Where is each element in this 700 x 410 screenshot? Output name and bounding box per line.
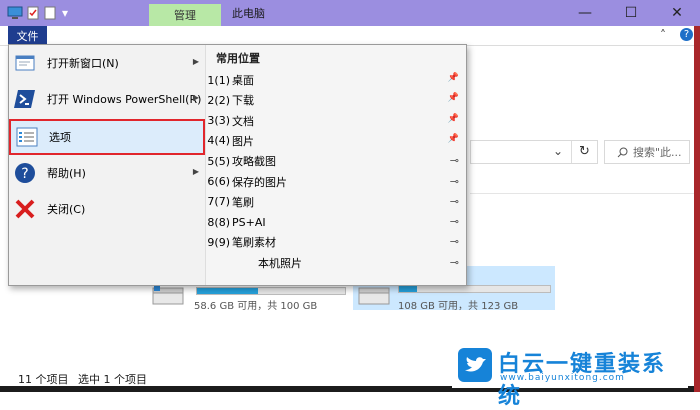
minimize-button[interactable]: — bbox=[562, 0, 608, 26]
drive2-usage-bar bbox=[398, 285, 551, 293]
frequent-place-label: PS+AI bbox=[232, 215, 266, 229]
menu-item-options[interactable]: 选项 bbox=[9, 119, 205, 155]
frequent-place-label: 笔刷素材 bbox=[232, 236, 276, 250]
pinned-icon[interactable]: 📌 bbox=[448, 134, 459, 144]
frequent-place-item[interactable]: 4(4) 图片 📌 bbox=[206, 131, 467, 151]
frequent-place-label: 文档 bbox=[232, 114, 254, 128]
file-menu: 打开新窗口(N) ▶ 打开 Windows PowerShell(R) ▶ 选项… bbox=[8, 44, 467, 286]
new-window-icon bbox=[13, 51, 37, 75]
quick-access-dropdown-icon[interactable]: ▾ bbox=[58, 4, 72, 22]
menu-item-label: 选项 bbox=[49, 131, 71, 144]
column-header-divider bbox=[470, 180, 695, 194]
collapse-ribbon-icon[interactable]: ˄ bbox=[660, 28, 666, 42]
frequent-place-number: 3(3) bbox=[207, 114, 230, 128]
frequent-place-label: 下载 bbox=[232, 94, 254, 108]
window-title: 此电脑 bbox=[232, 7, 265, 20]
frequent-place-number: 7(7) bbox=[207, 195, 230, 209]
options-icon bbox=[15, 125, 39, 149]
frequent-place-label: 攻略截图 bbox=[232, 155, 276, 169]
file-tab[interactable]: 文件 bbox=[8, 26, 47, 45]
submenu-arrow-icon: ▶ bbox=[192, 93, 199, 102]
frequent-place-label: 笔刷 bbox=[232, 195, 254, 209]
drive2-usage-fill bbox=[399, 286, 418, 292]
close-window-button[interactable]: ✕ bbox=[654, 0, 700, 26]
pin-icon[interactable]: ⊸ bbox=[450, 175, 459, 188]
powershell-icon bbox=[13, 87, 37, 111]
frequent-place-item[interactable]: 5(5) 攻略截图 ⊸ bbox=[206, 151, 467, 171]
frequent-place-label: 本机照片 bbox=[258, 256, 302, 270]
search-placeholder: 搜索"此... bbox=[633, 146, 682, 159]
file-menu-commands: 打开新窗口(N) ▶ 打开 Windows PowerShell(R) ▶ 选项… bbox=[9, 45, 205, 285]
menu-item-close[interactable]: 关闭(C) bbox=[9, 191, 205, 227]
frequent-place-item[interactable]: 本机照片 ⊸ bbox=[206, 253, 467, 273]
submenu-arrow-icon: ▶ bbox=[192, 57, 199, 66]
svg-text:?: ? bbox=[21, 166, 28, 182]
new-folder-icon[interactable] bbox=[43, 4, 57, 22]
frequent-place-item[interactable]: 3(3) 文档 📌 bbox=[206, 111, 467, 131]
frequent-place-item[interactable]: 9(9) 笔刷素材 ⊸ bbox=[206, 232, 467, 252]
frequent-place-number: 4(4) bbox=[207, 134, 230, 148]
drive2-free-text: 108 GB 可用，共 123 GB bbox=[398, 301, 519, 312]
frequent-place-label: 保存的图片 bbox=[232, 175, 287, 189]
drive1-free-text: 58.6 GB 可用，共 100 GB bbox=[194, 301, 318, 312]
brand-watermark: 白云一键重装系统 www.baiyunxitong.com bbox=[452, 344, 688, 409]
frequent-place-number: 8(8) bbox=[207, 215, 230, 229]
menu-item-label: 帮助(H) bbox=[47, 167, 86, 180]
frequent-places-title: 常用位置 bbox=[216, 52, 260, 65]
item-count: 11 个项目 bbox=[18, 373, 69, 386]
brand-url: www.baiyunxitong.com bbox=[500, 373, 625, 383]
frequent-place-label: 图片 bbox=[232, 134, 254, 148]
menu-item-label: 关闭(C) bbox=[47, 203, 86, 216]
tab-manage[interactable]: 管理 bbox=[149, 4, 221, 26]
ribbon-bar: ˄ ? bbox=[0, 26, 700, 46]
address-dropdown-icon[interactable]: ⌄ bbox=[553, 144, 563, 158]
menu-item-help[interactable]: ? 帮助(H) ▶ bbox=[9, 155, 205, 191]
help-circle-icon: ? bbox=[13, 161, 37, 185]
pin-icon[interactable]: ⊸ bbox=[450, 195, 459, 208]
drive1-icon bbox=[152, 286, 184, 309]
drive2-icon bbox=[358, 286, 390, 309]
frequent-place-number: 9(9) bbox=[207, 235, 230, 249]
frequent-place-number: 6(6) bbox=[207, 175, 230, 188]
menu-item-powershell[interactable]: 打开 Windows PowerShell(R) ▶ bbox=[9, 81, 205, 117]
menu-item-label: 打开新窗口(N) bbox=[47, 57, 119, 70]
frequent-place-item[interactable]: 6(6) 保存的图片 ⊸ bbox=[206, 172, 467, 192]
pin-icon[interactable]: ⊸ bbox=[450, 235, 459, 248]
drive1-usage-bar bbox=[196, 287, 346, 295]
frequent-place-item[interactable]: 8(8) PS+AI ⊸ bbox=[206, 212, 467, 232]
computer-icon[interactable] bbox=[6, 4, 24, 22]
pin-icon[interactable]: ⊸ bbox=[450, 256, 459, 269]
maximize-button[interactable]: ☐ bbox=[608, 0, 654, 26]
submenu-arrow-icon: ▶ bbox=[192, 167, 199, 176]
search-input[interactable]: 搜索"此... bbox=[604, 140, 690, 164]
frequent-place-number: 2(2) bbox=[207, 93, 230, 107]
search-icon bbox=[617, 147, 628, 157]
menu-item-new-window[interactable]: 打开新窗口(N) ▶ bbox=[9, 45, 205, 81]
pinned-icon[interactable]: 📌 bbox=[448, 114, 459, 124]
frequent-place-item[interactable]: 2(2) 下载 📌 bbox=[206, 90, 467, 110]
background-window-edge bbox=[694, 26, 700, 392]
drive1-usage-fill bbox=[197, 288, 259, 294]
pin-icon[interactable]: ⊸ bbox=[450, 154, 459, 167]
close-icon bbox=[13, 197, 37, 221]
frequent-places: 常用位置 1(1) 桌面 📌 2(2) 下载 📌 3(3) 文档 📌 4(4) 图片 📌 5(5) 攻略截… bbox=[205, 45, 466, 285]
frequent-place-item[interactable]: 1(1) 桌面 📌 bbox=[206, 70, 467, 90]
pin-icon[interactable]: ⊸ bbox=[450, 215, 459, 228]
pinned-icon[interactable]: 📌 bbox=[448, 73, 459, 83]
frequent-place-item[interactable]: 7(7) 笔刷 ⊸ bbox=[206, 192, 467, 212]
help-icon[interactable]: ? bbox=[680, 28, 693, 41]
frequent-place-label: 桌面 bbox=[232, 74, 254, 87]
selected-count: 选中 1 个项目 bbox=[78, 373, 147, 386]
title-bar: ▾ 管理 此电脑 — ☐ ✕ bbox=[0, 0, 700, 26]
frequent-place-number: 1(1) bbox=[207, 73, 230, 87]
pinned-icon[interactable]: 📌 bbox=[448, 93, 459, 103]
address-bar[interactable]: ⌄ ↻ bbox=[470, 140, 598, 164]
twitter-bird-logo-icon bbox=[458, 348, 492, 382]
refresh-icon[interactable]: ↻ bbox=[571, 141, 597, 163]
frequent-place-number: 5(5) bbox=[207, 154, 230, 168]
properties-icon[interactable] bbox=[26, 4, 40, 22]
menu-item-label: 打开 Windows PowerShell(R) bbox=[47, 93, 202, 106]
